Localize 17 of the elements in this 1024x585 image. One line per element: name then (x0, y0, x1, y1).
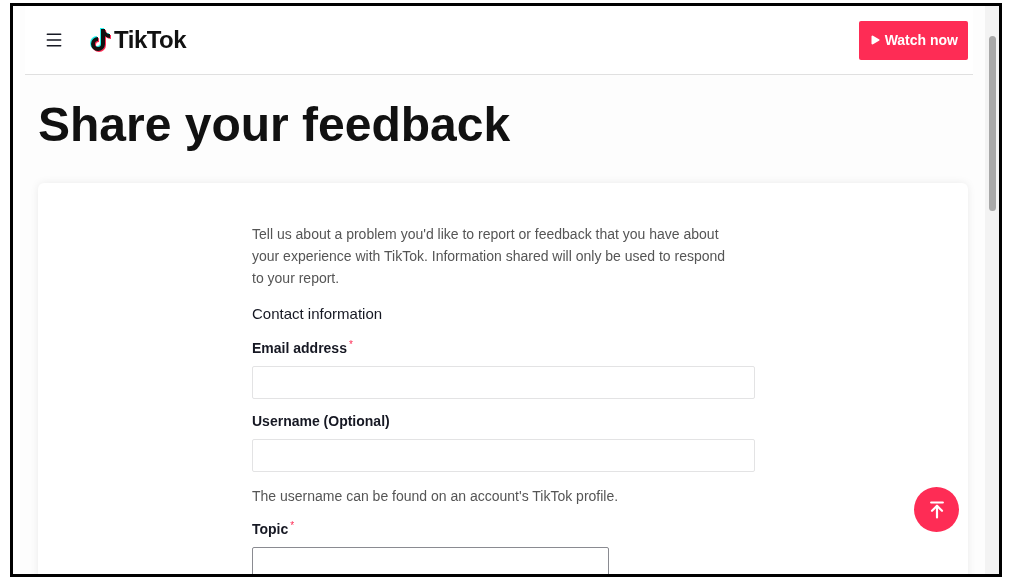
required-mark: * (348, 337, 353, 352)
required-mark: * (290, 518, 295, 533)
logo-wordmark[interactable]: TikTok (114, 22, 187, 58)
field-label: Username (Optional) (252, 411, 390, 431)
text-field[interactable] (252, 438, 755, 472)
field-hint: The username can be found on an account's TikTok profile. (252, 486, 620, 506)
menu-icon[interactable] (44, 30, 64, 50)
field-label: Topic (252, 519, 289, 539)
section-title: Contact information (252, 304, 384, 324)
intro-paragraph: Tell us about a problem you'd like to report or feedback that you have about your experience with TikTok. Information shared will only be used to respond to your report. (252, 225, 727, 288)
scrollbar[interactable] (985, 6, 999, 574)
field-label: Email address (252, 338, 347, 358)
note-logo-icon (89, 28, 111, 52)
watch-now-button[interactable]: Watch now (858, 20, 968, 60)
page-title: Share your feedback (38, 97, 511, 153)
select-field[interactable] (252, 546, 609, 574)
text-field[interactable] (252, 365, 755, 399)
